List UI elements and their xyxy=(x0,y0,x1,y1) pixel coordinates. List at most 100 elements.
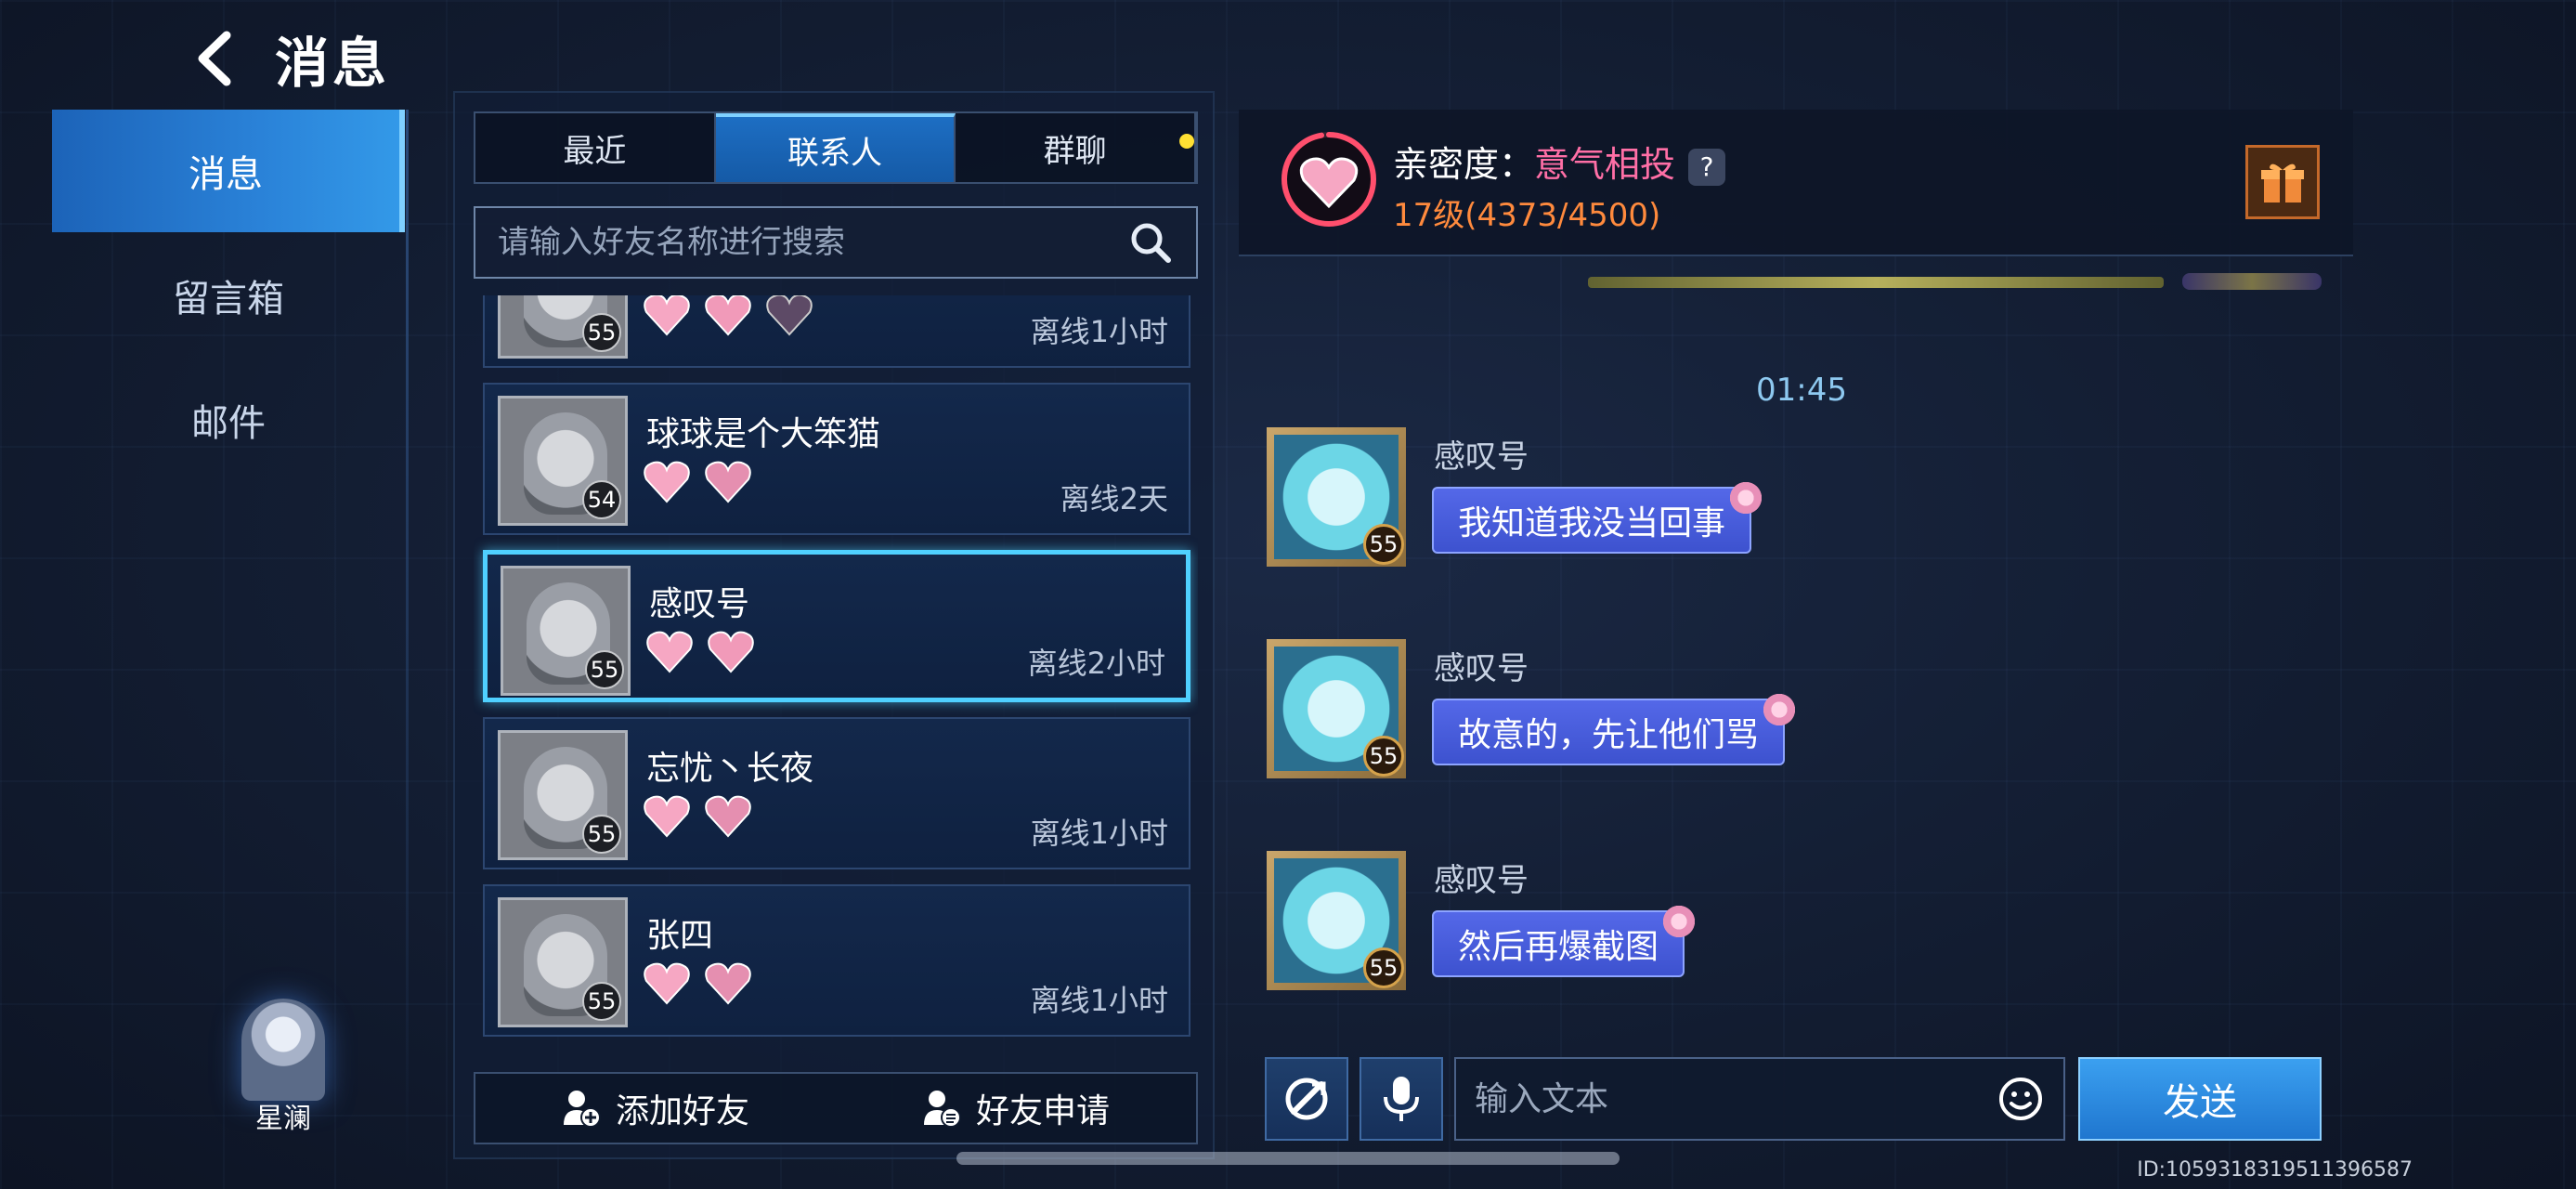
friend-avatar: 55 xyxy=(498,295,628,359)
friend-item[interactable]: 55 忘忧丶长夜 离线1小时 xyxy=(483,717,1190,869)
friend-avatar: 55 xyxy=(498,897,628,1027)
decorative-divider xyxy=(1588,277,2164,288)
heart-icon xyxy=(644,295,690,336)
nav-item-messages[interactable]: 消息 xyxy=(52,110,405,232)
intimacy-value: 意气相投 xyxy=(1534,144,1676,185)
add-friend-label: 添加好友 xyxy=(615,1092,749,1130)
tab-bar: 最近 联系人 群聊 xyxy=(474,111,1198,184)
nav-item-message-box[interactable]: 留言箱 xyxy=(52,234,405,357)
emoji-icon[interactable] xyxy=(1997,1075,2045,1123)
chat-panel: 亲密度：意气相投? 17级(4373/4500) 01:45 55 感叹号 我知… xyxy=(1235,91,2368,1159)
sender-level-badge: 55 xyxy=(1363,947,1404,988)
friend-status: 离线2天 xyxy=(1060,481,1168,516)
intimacy-level: 17级(4373/4500) xyxy=(1393,197,1661,234)
sender-avatar[interactable]: 55 xyxy=(1267,639,1406,778)
friend-item[interactable]: 55 张四 离线1小时 xyxy=(483,884,1190,1037)
friend-request-label: 好友申请 xyxy=(975,1092,1110,1130)
heart-icon xyxy=(705,461,751,503)
friend-avatar: 55 xyxy=(498,730,628,860)
message-input[interactable] xyxy=(1475,1079,1997,1118)
sender-avatar[interactable]: 55 xyxy=(1267,851,1406,990)
composer: 发送 xyxy=(1265,1057,2361,1141)
friend-name: 感叹号 xyxy=(649,585,750,623)
header: 消息 xyxy=(186,17,390,100)
home-indicator[interactable] xyxy=(956,1152,1620,1165)
chevron-left-icon xyxy=(198,31,231,86)
user-id-label: ID:1059318319511396587 xyxy=(2137,1158,2413,1182)
intimacy-label-text: 亲密度： xyxy=(1393,144,1535,185)
friend-actions-bar: 添加好友 好友申请 xyxy=(474,1072,1198,1144)
sender-name: 感叹号 xyxy=(1434,650,1529,687)
notification-dot xyxy=(1179,134,1194,149)
chat-message: 55 感叹号 故意的，先让他们骂 xyxy=(1267,639,1917,788)
heart-icon xyxy=(708,631,754,673)
intimacy-hearts xyxy=(643,295,813,336)
search-icon[interactable] xyxy=(1127,219,1174,266)
friend-avatar: 55 xyxy=(501,566,631,696)
friend-level-badge: 55 xyxy=(585,650,624,689)
quick-reply-button[interactable] xyxy=(1265,1057,1348,1141)
heart-icon xyxy=(766,295,813,336)
intimacy-hearts xyxy=(643,960,752,1005)
tab-group-chat[interactable]: 群聊 xyxy=(956,113,1197,182)
gift-icon xyxy=(2261,163,2304,203)
message-bubble: 然后再爆截图 xyxy=(1432,903,1698,977)
friend-status: 离线1小时 xyxy=(1030,314,1168,349)
friend-level-badge: 54 xyxy=(582,480,621,519)
gift-button[interactable] xyxy=(2245,145,2320,219)
intimacy-label: 亲密度：意气相投? xyxy=(1393,136,1726,187)
friend-request-button[interactable]: 好友申请 xyxy=(836,1074,1196,1143)
intimacy-hearts xyxy=(643,793,752,838)
heart-icon xyxy=(705,295,751,336)
sender-level-badge: 55 xyxy=(1363,524,1404,565)
player-avatar[interactable] xyxy=(241,999,325,1101)
friend-level-badge: 55 xyxy=(582,982,621,1021)
tab-recent[interactable]: 最近 xyxy=(475,113,716,182)
friend-name: 忘忧丶长夜 xyxy=(646,750,814,788)
heart-icon xyxy=(644,795,690,838)
intimacy-hearts xyxy=(643,459,752,503)
friend-status: 离线1小时 xyxy=(1030,983,1168,1018)
voice-button[interactable] xyxy=(1360,1057,1443,1141)
help-icon[interactable]: ? xyxy=(1688,148,1726,186)
intimacy-heart-ring-icon xyxy=(1281,132,1376,227)
search-input[interactable] xyxy=(498,224,1127,261)
chat-timestamp: 01:45 xyxy=(1756,372,1847,409)
add-friend-icon xyxy=(563,1091,601,1128)
back-button[interactable] xyxy=(186,26,241,91)
friend-level-badge: 55 xyxy=(582,313,621,352)
heart-icon xyxy=(644,461,690,503)
intimacy-hearts xyxy=(645,629,755,673)
friend-list[interactable]: 55 离线1小时 54 球球是个大笨猫 离线2天 55 感叹号 离线2小时 55… xyxy=(474,295,1198,1046)
friend-item[interactable]: 54 球球是个大笨猫 离线2天 xyxy=(483,383,1190,535)
player-name: 星澜 xyxy=(255,1103,311,1135)
heart-icon xyxy=(705,795,751,838)
intimacy-header: 亲密度：意气相投? 17级(4373/4500) xyxy=(1239,110,2353,256)
sender-level-badge: 55 xyxy=(1363,736,1404,777)
heart-icon xyxy=(705,962,751,1005)
friend-name: 球球是个大笨猫 xyxy=(646,415,881,453)
player-profile[interactable]: 星澜 xyxy=(223,999,344,1136)
friend-name: 张四 xyxy=(646,917,714,955)
friend-status: 离线1小时 xyxy=(1030,816,1168,851)
add-friend-button[interactable]: 添加好友 xyxy=(475,1074,836,1143)
friend-level-badge: 55 xyxy=(582,815,621,854)
friend-request-icon xyxy=(923,1091,961,1128)
message-bubble: 我知道我没当回事 xyxy=(1432,479,1765,554)
friend-item[interactable]: 55 离线1小时 xyxy=(483,295,1190,368)
heart-icon xyxy=(646,631,693,673)
message-input-wrapper xyxy=(1454,1057,2065,1141)
sender-avatar[interactable]: 55 xyxy=(1267,427,1406,567)
sender-name: 感叹号 xyxy=(1434,862,1529,899)
send-button[interactable]: 发送 xyxy=(2078,1057,2322,1141)
sender-name: 感叹号 xyxy=(1434,438,1529,476)
search-bar xyxy=(474,206,1198,279)
nav-item-mail[interactable]: 邮件 xyxy=(52,359,405,481)
heart-icon xyxy=(644,962,690,1005)
friend-item-selected[interactable]: 55 感叹号 离线2小时 xyxy=(483,550,1190,702)
chat-message: 55 感叹号 我知道我没当回事 xyxy=(1267,427,1917,576)
tab-contacts[interactable]: 联系人 xyxy=(715,113,956,182)
contacts-panel: 最近 联系人 群聊 55 离线1小时 54 球球是个 xyxy=(453,91,1215,1159)
page-title: 消息 xyxy=(275,32,391,95)
friend-status: 离线2小时 xyxy=(1027,646,1165,681)
